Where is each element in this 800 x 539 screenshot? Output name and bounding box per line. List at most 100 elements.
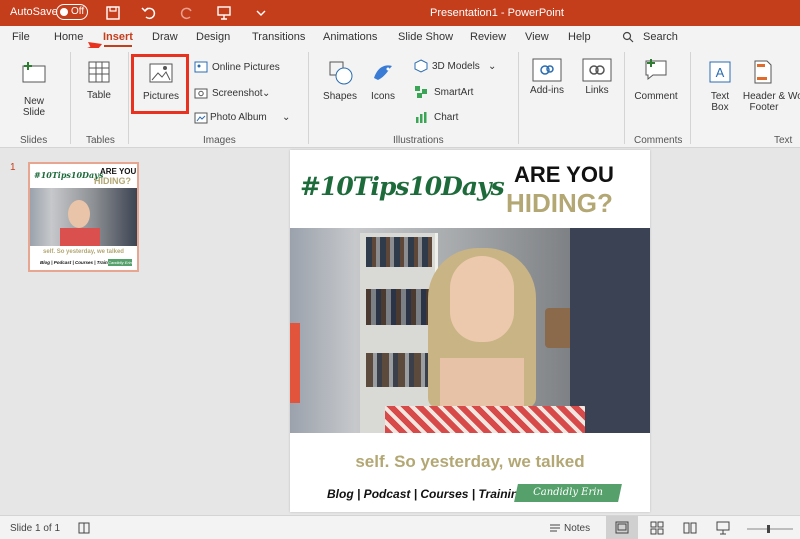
comment-button[interactable]: Comment: [632, 91, 680, 102]
reading-view-icon[interactable]: [683, 521, 697, 535]
zoom-slider[interactable]: [745, 524, 795, 534]
photo-album-icon[interactable]: [194, 111, 208, 125]
text-box-icon[interactable]: A: [708, 60, 732, 84]
ribbon-separator: [690, 52, 691, 144]
shapes-button[interactable]: Shapes: [320, 91, 360, 102]
wordart-button[interactable]: Wo: [788, 91, 800, 102]
table-icon[interactable]: [87, 60, 111, 84]
chart-button[interactable]: Chart: [434, 112, 458, 123]
curtain: [570, 228, 650, 433]
tab-draw[interactable]: Draw: [152, 31, 178, 43]
ribbon-separator: [518, 52, 519, 144]
svg-text:A: A: [716, 65, 725, 80]
search-icon[interactable]: [622, 31, 634, 43]
search-box[interactable]: Search: [643, 31, 678, 43]
notes-icon: [550, 524, 560, 532]
present-icon[interactable]: [215, 4, 233, 22]
active-tab-underline: [104, 45, 132, 47]
thumb-are-you: ARE YOU: [100, 167, 137, 176]
tab-help[interactable]: Help: [568, 31, 591, 43]
new-slide-icon[interactable]: [20, 60, 48, 86]
slide-caption: self. So yesterday, we talked: [355, 452, 585, 471]
status-bar: Slide 1 of 1 Notes: [0, 515, 800, 539]
tab-file[interactable]: File: [12, 31, 30, 43]
books-row: [366, 353, 432, 387]
save-icon[interactable]: [104, 4, 122, 22]
photo-album-button[interactable]: Photo Album: [210, 112, 267, 123]
online-pictures-icon[interactable]: [194, 60, 208, 74]
screenshot-icon[interactable]: [194, 86, 208, 100]
customize-dropdown-icon[interactable]: [252, 4, 270, 22]
accessibility-icon[interactable]: [77, 521, 91, 535]
bookshelf: [360, 233, 438, 433]
shoulders: [440, 358, 524, 408]
smartart-button[interactable]: SmartArt: [434, 87, 473, 98]
title-bar: AutoSave Off Presentation1 - PowerPoint: [0, 0, 800, 26]
autosave-label: AutoSave: [10, 6, 58, 18]
add-ins-icon[interactable]: [532, 58, 562, 82]
brand-text: Candidly Erin: [533, 487, 603, 498]
icons-icon[interactable]: [370, 60, 396, 86]
3d-models-icon[interactable]: [414, 59, 428, 73]
slide-are-you: ARE YOU: [514, 162, 614, 187]
comment-icon[interactable]: [643, 58, 669, 82]
thumb-face: [68, 200, 90, 228]
slide-photo[interactable]: [290, 228, 650, 433]
ribbon-separator: [624, 52, 625, 144]
thumb-top: [60, 228, 100, 246]
tab-slide-show[interactable]: Slide Show: [398, 31, 453, 43]
slide-canvas[interactable]: #10Tips10Days ARE YOU HIDING? self. So y…: [290, 150, 650, 512]
chevron-down-icon[interactable]: ⌄: [262, 88, 270, 99]
tab-review[interactable]: Review: [470, 31, 506, 43]
slide-brand-badge: Candidly Erin: [514, 484, 622, 502]
slide-show-icon[interactable]: [716, 521, 730, 535]
online-pictures-button[interactable]: Online Pictures: [212, 62, 280, 73]
slides-group-label: Slides: [20, 135, 48, 146]
chevron-down-icon[interactable]: ⌄: [488, 61, 496, 72]
chart-icon[interactable]: [414, 110, 428, 124]
screenshot-button[interactable]: Screenshot: [212, 88, 263, 99]
illustrations-group-label: Illustrations: [393, 135, 444, 146]
notes-button[interactable]: Notes: [564, 523, 590, 534]
comments-group-label: Comments: [634, 135, 683, 146]
thumb-hiding: HIDING?: [94, 176, 131, 186]
thumb-hashtag: #10Tips10Days: [34, 170, 104, 180]
normal-view-icon: [615, 521, 629, 534]
tab-design[interactable]: Design: [196, 31, 230, 43]
pictures-highlight-box: [131, 54, 189, 114]
header-footer-button[interactable]: Header & Footer: [742, 91, 786, 113]
undo-icon[interactable]: [140, 4, 158, 22]
slide-hiding: HIDING?: [506, 188, 613, 218]
slide-sorter-icon[interactable]: [650, 521, 664, 535]
books-row: [366, 289, 432, 325]
toggle-knob: [60, 8, 68, 16]
redo-icon[interactable]: [178, 4, 196, 22]
add-ins-button[interactable]: Add-ins: [528, 85, 566, 96]
slide-count: Slide 1 of 1: [10, 523, 61, 534]
ribbon-separator: [308, 52, 309, 144]
links-icon[interactable]: [582, 58, 612, 82]
books-row: [366, 237, 432, 267]
smartart-icon[interactable]: [414, 85, 428, 99]
slide-hashtag: #10Tips10Days: [300, 172, 505, 201]
document-title: Presentation1 - PowerPoint: [430, 7, 564, 19]
slide-thumbnail[interactable]: #10Tips10Days ARE YOU HIDING? self. So y…: [28, 162, 139, 272]
links-button[interactable]: Links: [580, 85, 614, 96]
thumb-caption: self. So yesterday, we talked: [43, 249, 124, 255]
text-box-button[interactable]: Text Box: [704, 91, 736, 113]
tab-transitions[interactable]: Transitions: [252, 31, 305, 43]
tab-view[interactable]: View: [525, 31, 549, 43]
normal-view-button[interactable]: [606, 516, 638, 539]
icons-button[interactable]: Icons: [366, 91, 400, 102]
new-slide-button[interactable]: New Slide: [18, 96, 50, 118]
shapes-icon[interactable]: [328, 60, 354, 86]
header-footer-icon[interactable]: [753, 60, 773, 84]
face: [450, 256, 514, 342]
ribbon-separator: [128, 52, 129, 144]
chevron-down-icon[interactable]: ⌄: [282, 112, 290, 123]
slide-footer-links: Blog | Podcast | Courses | Training: [327, 487, 526, 501]
tab-animations[interactable]: Animations: [323, 31, 377, 43]
table-button[interactable]: Table: [84, 90, 114, 101]
autosave-toggle[interactable]: Off: [56, 4, 88, 20]
3d-models-button[interactable]: 3D Models: [432, 61, 480, 72]
